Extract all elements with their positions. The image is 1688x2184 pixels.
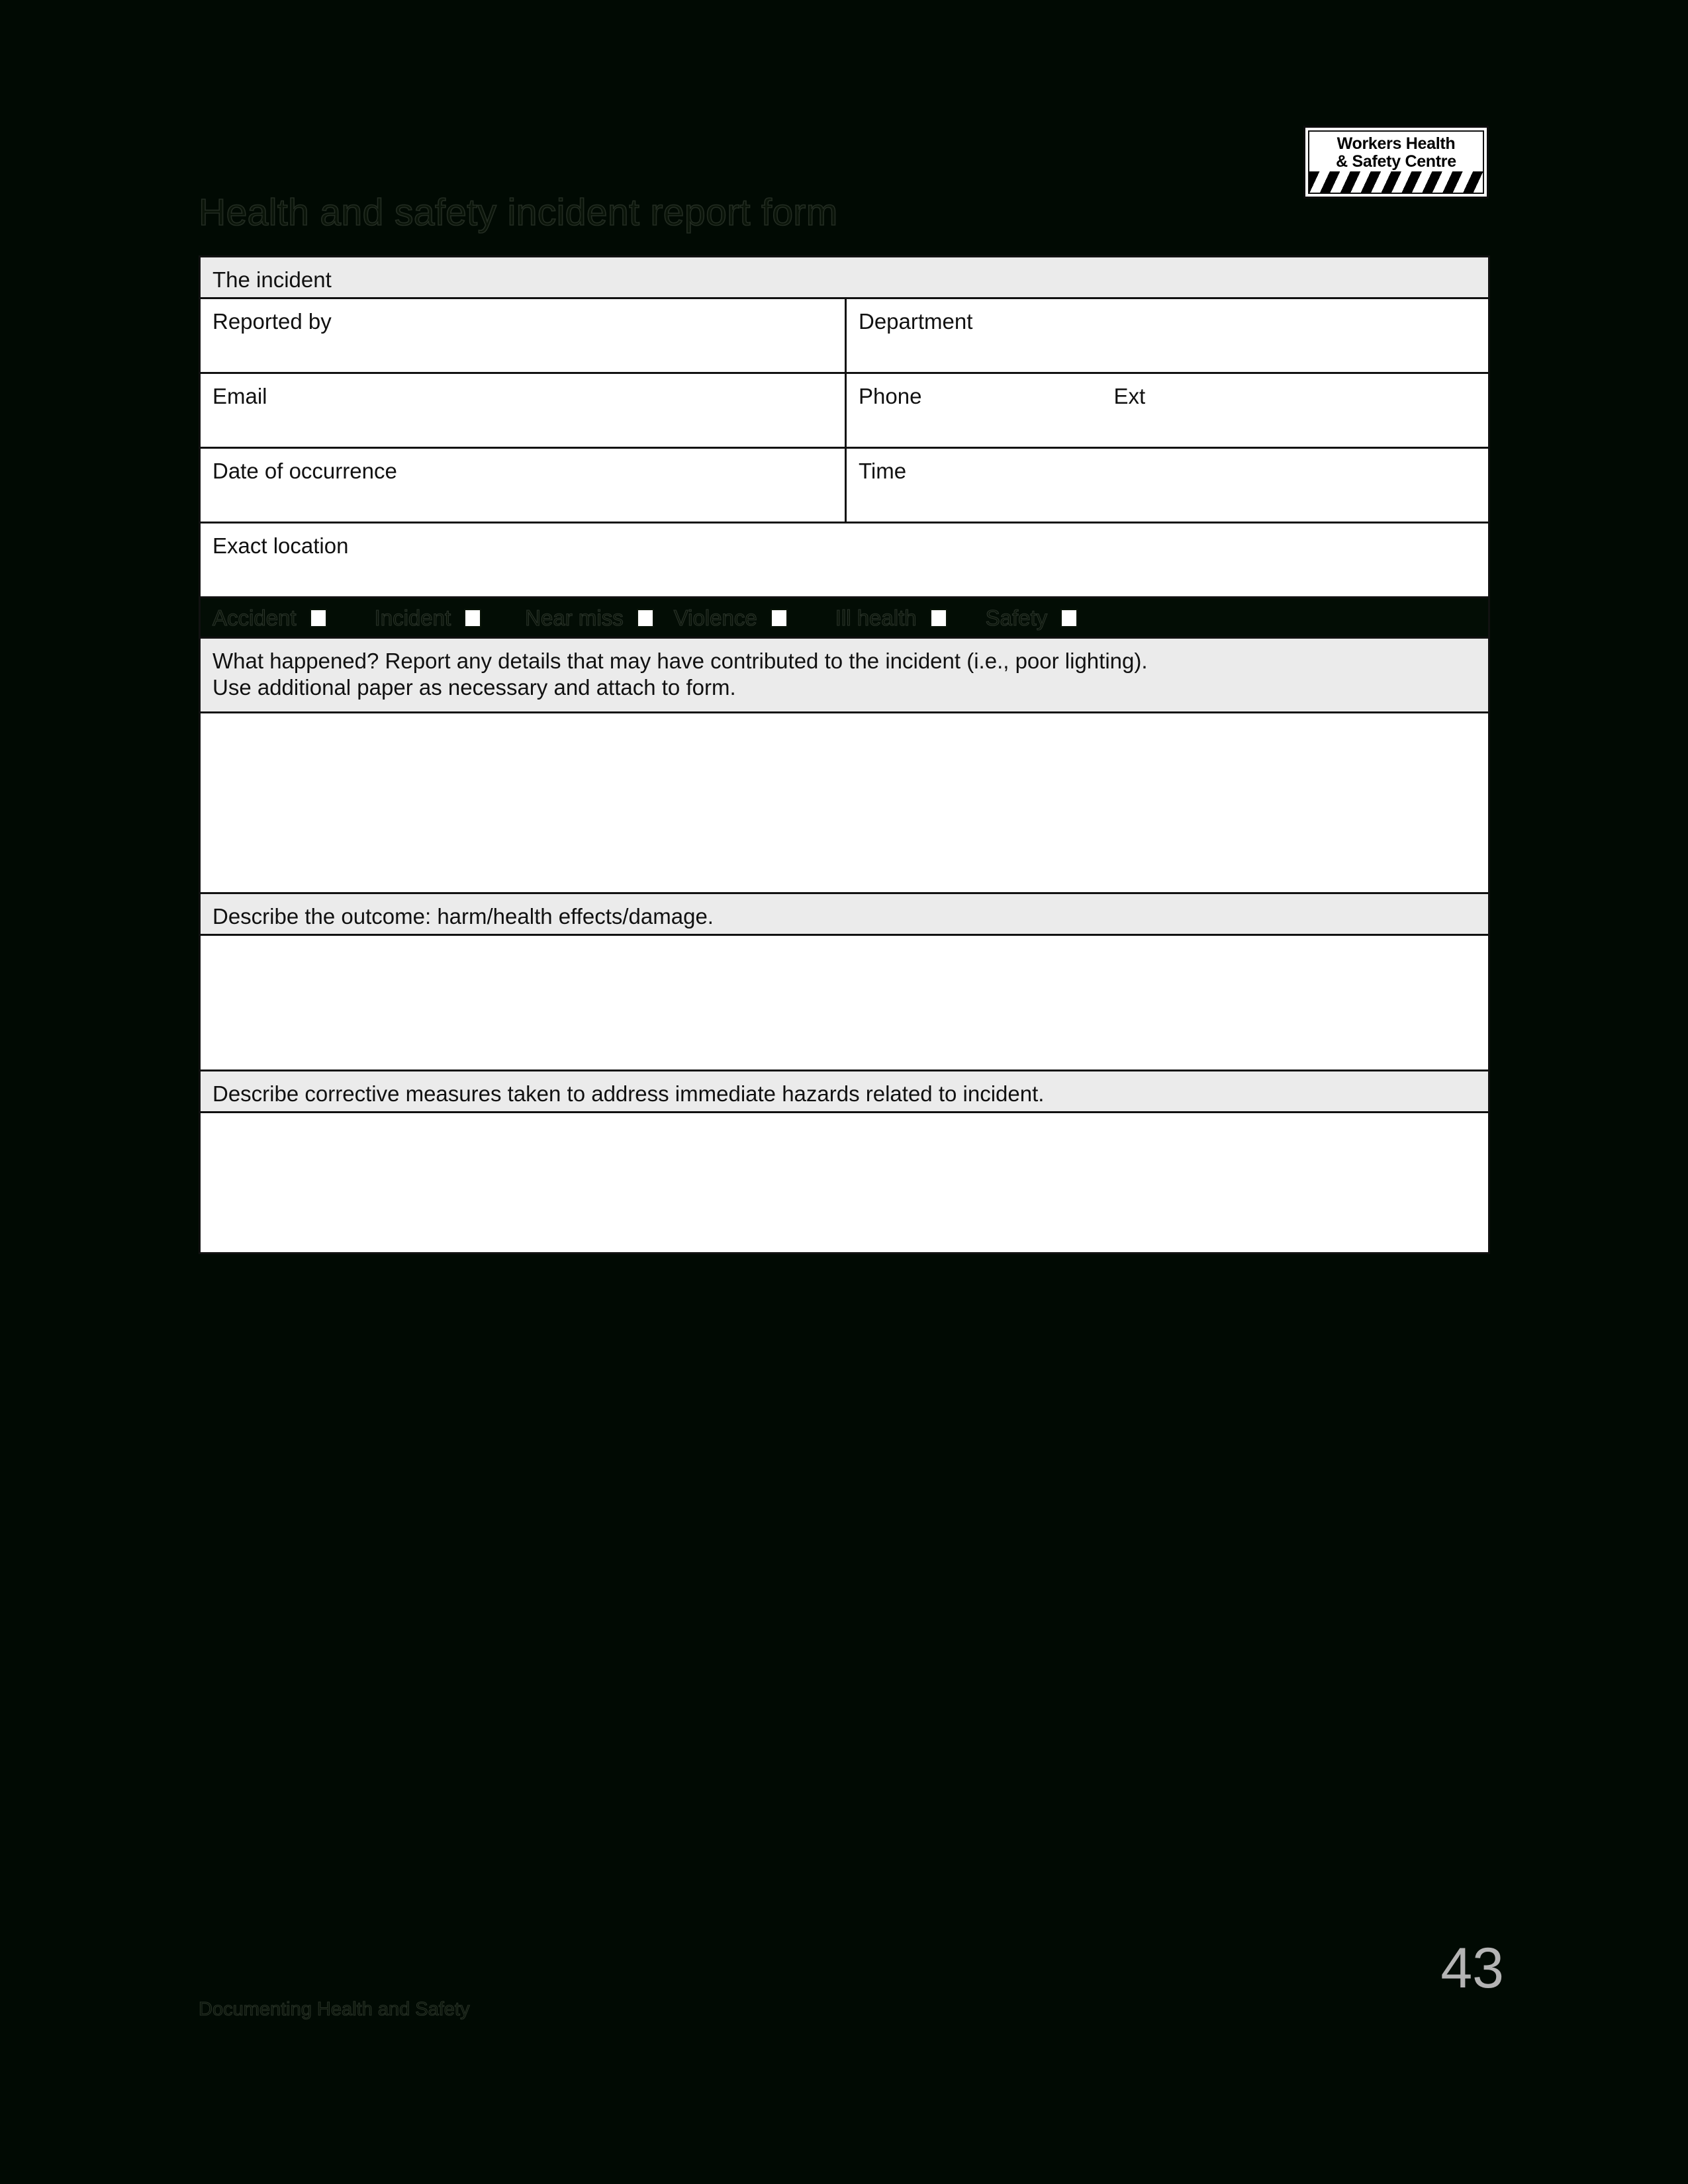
checkbox-label-near-miss: Near miss (525, 605, 624, 630)
logo-frame: Workers Health & Safety Centre (1308, 130, 1484, 194)
prompt-what-happened-line-1: What happened? Report any details that m… (212, 649, 1148, 673)
checkbox-item-safety[interactable]: Safety (985, 605, 1078, 631)
checkbox-item-incident[interactable]: Incident (374, 605, 482, 631)
checkbox-incident[interactable] (464, 609, 482, 627)
answer-outcome[interactable] (199, 934, 1490, 1071)
table-row-incident-types: Accident Incident Near miss Violence Ill… (199, 596, 1490, 639)
field-ext-label: Ext (1113, 384, 1146, 408)
table-row-outcome-prompt: Describe the outcome: harm/health effect… (199, 892, 1490, 936)
checkbox-ill-health[interactable] (929, 609, 947, 627)
table-row-reporter: Reported by Department (199, 297, 1490, 374)
page-title: Health and safety incident report form (198, 191, 838, 234)
prompt-corrective-measures: Describe corrective measures taken to ad… (199, 1069, 1490, 1113)
prompt-what-happened: What happened? Report any details that m… (199, 637, 1490, 713)
page-number: 43 (1440, 1936, 1504, 2000)
checkbox-item-violence[interactable]: Violence (673, 605, 788, 631)
field-department[interactable]: Department (845, 297, 1490, 374)
table-row-datetime: Date of occurrence Time (199, 447, 1490, 523)
checkbox-violence[interactable] (770, 609, 788, 627)
field-date-of-occurrence[interactable]: Date of occurrence (199, 447, 847, 523)
field-time[interactable]: Time (845, 447, 1490, 523)
table-row-corrective-answer (199, 1111, 1490, 1254)
incident-report-table: The incident Reported by Department Emai… (199, 255, 1490, 1254)
prompt-what-happened-line-2: Use additional paper as necessary and at… (212, 675, 736, 700)
checkbox-item-ill-health[interactable]: Ill health (835, 605, 947, 631)
checkbox-item-near-miss[interactable]: Near miss (525, 605, 654, 631)
checkbox-list: Accident Incident Near miss Violence Ill… (212, 605, 1476, 631)
checkbox-safety[interactable] (1060, 609, 1078, 627)
checkbox-accident[interactable] (309, 609, 327, 627)
section-header-the-incident: The incident (199, 255, 1490, 299)
checkbox-label-incident: Incident (374, 605, 451, 630)
field-phone-label: Phone (859, 384, 922, 408)
field-reported-by[interactable]: Reported by (199, 297, 847, 374)
logo-line-2: & Safety Centre (1336, 152, 1456, 171)
footer-label: Documenting Health and Safety (198, 1998, 470, 2020)
checkbox-item-accident[interactable]: Accident (212, 605, 327, 631)
table-row-what-happened-answer (199, 711, 1490, 894)
checkbox-label-accident: Accident (212, 605, 297, 630)
table-row-location: Exact location (199, 522, 1490, 598)
checkbox-near-miss[interactable] (636, 609, 654, 627)
answer-corrective-measures[interactable] (199, 1111, 1490, 1254)
table-row-outcome-answer (199, 934, 1490, 1071)
table-row-contact: Email Phone Ext (199, 372, 1490, 449)
checkbox-label-ill-health: Ill health (835, 605, 917, 630)
prompt-outcome: Describe the outcome: harm/health effect… (199, 892, 1490, 936)
checkbox-label-safety: Safety (985, 605, 1048, 630)
incident-type-checkbox-group: Accident Incident Near miss Violence Ill… (199, 596, 1490, 639)
table-row-section-header: The incident (199, 255, 1490, 299)
field-phone-ext[interactable]: Phone Ext (845, 372, 1490, 449)
organization-logo: Workers Health & Safety Centre (1303, 126, 1489, 199)
logo-wordmark: Workers Health & Safety Centre (1309, 132, 1483, 171)
table-row-what-happened-prompt: What happened? Report any details that m… (199, 637, 1490, 713)
document-page: Health and safety incident report form W… (0, 0, 1688, 2184)
hazard-stripes-icon (1309, 171, 1483, 193)
field-email[interactable]: Email (199, 372, 847, 449)
checkbox-label-violence: Violence (673, 605, 757, 630)
logo-line-1: Workers Health (1336, 134, 1456, 153)
table-row-corrective-prompt: Describe corrective measures taken to ad… (199, 1069, 1490, 1113)
field-exact-location[interactable]: Exact location (199, 522, 1490, 598)
answer-what-happened[interactable] (199, 711, 1490, 894)
